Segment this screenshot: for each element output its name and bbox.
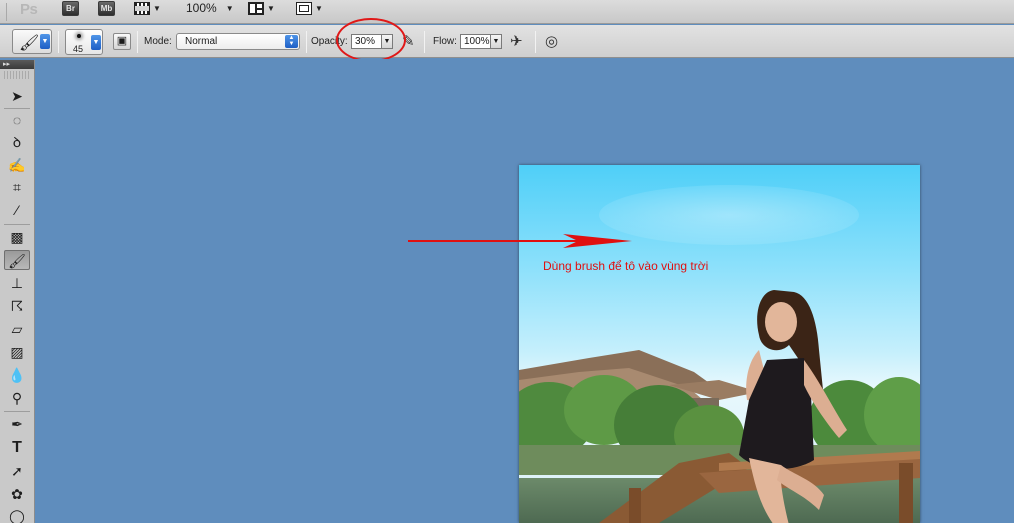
- separator: [306, 31, 307, 53]
- crop-icon: ⌗: [13, 179, 21, 195]
- view-extras-icon: [134, 1, 150, 15]
- brush-icon: 🖌: [8, 253, 26, 269]
- move-tool[interactable]: ➤: [4, 86, 30, 106]
- app-bar-separator: [6, 3, 7, 21]
- zoom-level-menu[interactable]: 100% ▼: [186, 0, 234, 16]
- gradient-icon: ▨: [10, 344, 24, 360]
- type-tool[interactable]: T: [4, 438, 30, 458]
- blur-tool[interactable]: 💧: [4, 365, 30, 385]
- panel-collapse-grip[interactable]: ▸▸: [0, 60, 34, 69]
- chevron-down-icon: ▼: [153, 3, 161, 13]
- clone-stamp-tool[interactable]: ⊥: [4, 273, 30, 293]
- screen-mode-menu[interactable]: ▼: [296, 0, 323, 16]
- airbrush-icon[interactable]: ✈: [510, 32, 523, 50]
- blend-mode-select[interactable]: Normal ▲ ▼: [176, 33, 300, 50]
- lasso-tool[interactable]: ꝺ: [4, 132, 30, 152]
- brush-icon: 🖌: [19, 35, 40, 52]
- 3d-rotate-tool[interactable]: ◯: [4, 506, 30, 523]
- arrange-documents-menu[interactable]: ▼: [248, 0, 275, 16]
- separator: [424, 31, 425, 53]
- launch-bridge-button[interactable]: Br: [62, 1, 79, 16]
- marquee-tool[interactable]: ◌: [4, 110, 30, 130]
- separator: [4, 224, 30, 225]
- brush-tip-icon: [77, 34, 81, 38]
- ellipse-marquee-icon: ◌: [12, 112, 22, 128]
- arrange-documents-icon: [248, 1, 264, 15]
- dodge-icon: ⚲: [11, 390, 23, 406]
- chevron-down-icon: ▼: [91, 35, 101, 50]
- drop-icon: 💧: [8, 367, 26, 383]
- zoom-level: 100%: [186, 1, 217, 15]
- brush-tool[interactable]: 🖌: [4, 250, 30, 270]
- separator: [535, 31, 536, 53]
- eraser-icon: ▱: [11, 321, 23, 337]
- quick-selection-tool[interactable]: ✍: [4, 155, 30, 175]
- tool-preset-picker[interactable]: 🖌 ▼: [12, 29, 52, 54]
- separator: [137, 31, 138, 53]
- pen-icon: ✒: [11, 416, 23, 432]
- path-selection-tool[interactable]: ➚: [4, 461, 30, 481]
- history-brush-icon: ☈: [10, 298, 24, 314]
- chevron-down-icon: ▼: [267, 3, 275, 13]
- photoshop-logo: Ps: [20, 1, 38, 18]
- mode-label: Mode:: [144, 36, 172, 47]
- flow-slider-toggle[interactable]: ▼: [491, 34, 502, 49]
- chevron-down-icon: ▼: [225, 3, 234, 13]
- type-icon: T: [12, 439, 22, 456]
- chevron-down-icon: ▼: [315, 3, 323, 13]
- separator: [4, 411, 30, 412]
- application-bar: Ps Br Mb ▼ 100% ▼ ▼ ▼: [0, 0, 1014, 24]
- tablet-pressure-size-icon[interactable]: ◎: [545, 32, 558, 50]
- shape-icon: ✿: [11, 486, 23, 502]
- separator: [4, 108, 30, 109]
- gradient-tool[interactable]: ▨: [4, 342, 30, 362]
- opacity-highlight-ellipse: [336, 18, 406, 62]
- panel-drag-handle[interactable]: [4, 71, 30, 79]
- pen-tool[interactable]: ✒: [4, 414, 30, 434]
- document-canvas-photo[interactable]: [519, 165, 920, 523]
- cloud-haze: [599, 185, 859, 245]
- eyedropper-tool[interactable]: ⁄: [4, 200, 30, 220]
- quick-selection-icon: ✍: [8, 157, 26, 173]
- arrow-select-icon: ➚: [11, 463, 23, 479]
- eyedropper-icon: ⁄: [15, 202, 19, 218]
- custom-shape-tool[interactable]: ✿: [4, 484, 30, 504]
- move-icon: ➤: [11, 88, 23, 104]
- brush-size: 45: [73, 44, 84, 54]
- tool-options-bar: 🖌 ▼ 45 ▼ ▣ Mode: Normal ▲ ▼ Opacity: 30% …: [0, 25, 1014, 58]
- flow-label: Flow:: [433, 36, 457, 47]
- chevron-down-icon: ▼: [40, 34, 50, 49]
- 3d-rotate-icon: ◯: [9, 508, 25, 523]
- dodge-tool[interactable]: ⚲: [4, 388, 30, 408]
- view-extras-menu[interactable]: ▼: [134, 0, 161, 16]
- brush-preset-picker[interactable]: 45 ▼: [65, 29, 103, 55]
- tools-panel: ▸▸ ➤ ◌ ꝺ ✍ ⌗ ⁄ ▩ 🖌 ⊥ ☈ ▱ ▨ 💧 ⚲ ✒ T ➚ ✿ ◯: [0, 60, 35, 523]
- lasso-icon: ꝺ: [12, 134, 22, 150]
- toggle-brush-panel-button[interactable]: ▣: [113, 33, 131, 50]
- red-arrow-annotation: [408, 234, 632, 248]
- bandage-icon: ▩: [10, 229, 24, 245]
- woman-figure: [739, 290, 847, 523]
- launch-mini-bridge-button[interactable]: Mb: [98, 1, 115, 16]
- blend-mode-value: Normal: [185, 36, 218, 47]
- stamp-icon: ⊥: [10, 275, 24, 291]
- flow-input[interactable]: 100%: [460, 34, 491, 49]
- crop-tool[interactable]: ⌗: [4, 177, 30, 197]
- separator: [58, 31, 59, 53]
- up-down-arrows-icon: ▲ ▼: [285, 35, 298, 48]
- eraser-tool[interactable]: ▱: [4, 319, 30, 339]
- screen-mode-icon: [296, 1, 312, 15]
- history-brush-tool[interactable]: ☈: [4, 296, 30, 316]
- annotation-text: Dùng brush để tô vào vùng trời: [543, 259, 709, 273]
- healing-brush-tool[interactable]: ▩: [4, 227, 30, 247]
